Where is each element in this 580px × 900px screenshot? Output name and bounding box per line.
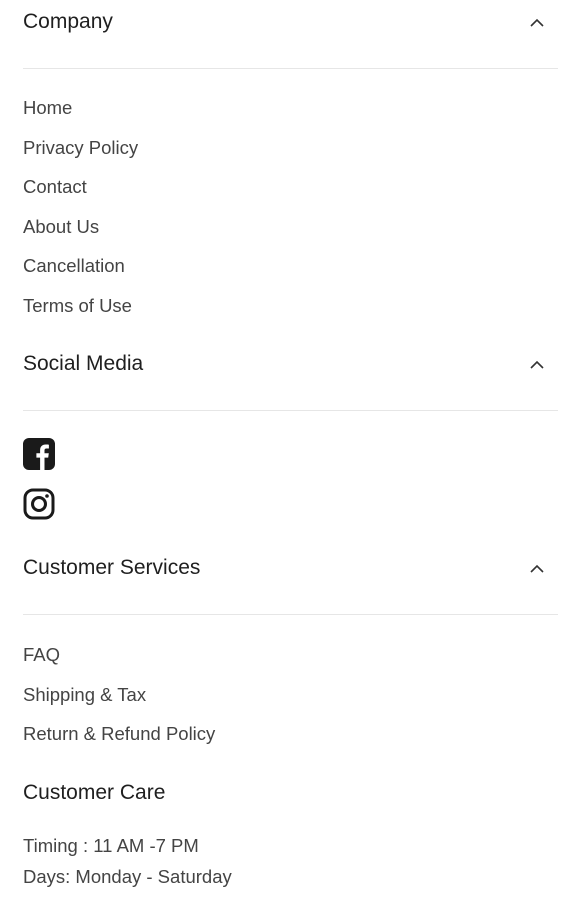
link-faq[interactable]: FAQ [23, 644, 60, 665]
divider [23, 614, 558, 615]
link-terms-of-use[interactable]: Terms of Use [23, 295, 132, 316]
customer-care-days: Days: Monday - Saturday [23, 866, 232, 887]
customer-care-timing: Timing : 11 AM -7 PM [23, 835, 199, 856]
customer-services-section-header[interactable]: Customer Services [23, 548, 558, 588]
list-item: Privacy Policy [23, 128, 138, 168]
list-item: Cancellation [23, 246, 138, 286]
link-privacy-policy[interactable]: Privacy Policy [23, 137, 138, 158]
link-contact[interactable]: Contact [23, 176, 87, 197]
divider [23, 410, 558, 411]
list-item: Home [23, 88, 138, 128]
chevron-up-icon[interactable] [530, 18, 544, 28]
customer-care-title: Customer Care [23, 781, 166, 804]
list-item: FAQ [23, 635, 215, 675]
list-item: Terms of Use [23, 286, 138, 326]
social-media-section-header[interactable]: Social Media [23, 344, 558, 384]
list-item: Return & Refund Policy [23, 714, 215, 754]
link-shipping-tax[interactable]: Shipping & Tax [23, 684, 146, 705]
chevron-up-icon[interactable] [530, 360, 544, 370]
customer-services-section-title: Customer Services [23, 556, 201, 579]
list-item: Contact [23, 167, 138, 207]
link-about-us[interactable]: About Us [23, 216, 99, 237]
customer-services-links: FAQ Shipping & Tax Return & Refund Polic… [23, 635, 215, 754]
list-item: Shipping & Tax [23, 675, 215, 715]
list-item: About Us [23, 207, 138, 247]
divider [23, 68, 558, 69]
company-section-title: Company [23, 10, 113, 33]
instagram-icon[interactable] [23, 488, 55, 520]
social-media-section-title: Social Media [23, 352, 144, 375]
link-return-refund-policy[interactable]: Return & Refund Policy [23, 723, 215, 744]
chevron-up-icon[interactable] [530, 564, 544, 574]
link-home[interactable]: Home [23, 97, 72, 118]
facebook-icon[interactable] [23, 438, 55, 470]
company-section-header[interactable]: Company [23, 2, 558, 42]
company-links: Home Privacy Policy Contact About Us Can… [23, 88, 138, 326]
link-cancellation[interactable]: Cancellation [23, 255, 125, 276]
